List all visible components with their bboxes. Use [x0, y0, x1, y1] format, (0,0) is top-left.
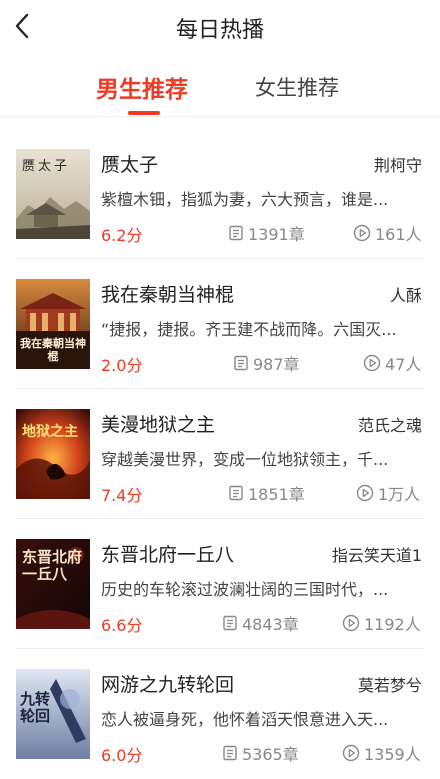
reader-count: 1万人	[356, 481, 420, 505]
book-cover[interactable]: 赝太子	[16, 149, 90, 239]
book-list-item[interactable]: 赝太子 赝太子 荆柯守 紫檀木钿，指狐为妻，六大预言，谁是... 6.2分 13…	[0, 129, 440, 259]
chapter-count-text: 1391章	[248, 225, 305, 244]
document-icon	[223, 615, 237, 631]
cover-title: 赝太子	[22, 159, 71, 174]
header-bar: 每日热播	[0, 0, 440, 52]
cover-title: 地狱之主	[22, 424, 78, 440]
play-circle-icon	[342, 614, 360, 632]
chapter-count-text: 5365章	[242, 745, 299, 764]
document-icon	[229, 225, 243, 241]
reader-count: 1359人	[342, 741, 421, 765]
book-description: 历史的车轮滚过波澜壮阔的三国时代，...	[101, 580, 389, 599]
reader-count-text: 1359人	[364, 745, 421, 764]
reader-count: 47人	[363, 351, 421, 375]
book-author: 范氏之魂	[357, 416, 422, 435]
chapter-count: 1391章	[228, 221, 305, 245]
book-score: 6.2分	[101, 226, 143, 245]
active-tab-indicator	[128, 111, 160, 115]
chapter-count-text: 4843章	[242, 615, 299, 634]
document-icon	[234, 355, 248, 371]
book-cover[interactable]: 东晋北府一丘八	[16, 539, 90, 629]
book-list-item[interactable]: 东晋北府一丘八 东晋北府一丘八 指云笑天道1 历史的车轮滚过波澜壮阔的三国时代，…	[0, 519, 440, 649]
book-title[interactable]: 赝太子	[101, 150, 158, 177]
book-score: 7.4分	[101, 486, 143, 505]
book-author: 莫若梦兮	[357, 676, 422, 695]
chapter-count: 1851章	[228, 481, 305, 505]
tab-male-recommend[interactable]: 男生推荐	[96, 70, 188, 104]
page-title: 每日热播	[175, 18, 264, 43]
cover-title: 东晋北府一丘八	[22, 548, 83, 583]
reader-count: 1192人	[342, 611, 421, 635]
cover-title: 九转轮回	[20, 690, 51, 725]
book-list-item[interactable]: 地狱之主 美漫地狱之主 范氏之魂 穿越美漫世界，变成一位地狱领主，千... 7.…	[0, 389, 440, 519]
tab-bar: 男生推荐 女生推荐	[0, 62, 440, 116]
book-title[interactable]: 东晋北府一丘八	[101, 540, 234, 567]
chapter-count-text: 987章	[253, 355, 300, 374]
book-score: 6.6分	[101, 616, 143, 635]
book-list-item[interactable]: 九转轮回 网游之九转轮回 莫若梦兮 恋人被逼身死，他怀着滔天恨意进入天... 6…	[0, 649, 440, 779]
reader-count-text: 47人	[385, 355, 422, 374]
play-circle-icon	[363, 354, 381, 372]
book-cover[interactable]: 九转轮回	[16, 669, 90, 759]
book-title[interactable]: 美漫地狱之主	[101, 410, 215, 437]
book-description: “捷报，捷报。齐王建不战而降。六国灭...	[101, 320, 397, 339]
reader-count-text: 1192人	[364, 615, 421, 634]
book-score: 6.0分	[101, 746, 143, 765]
chapter-count: 4843章	[222, 611, 299, 635]
book-list-item[interactable]: 我在秦朝当神棍 我在秦朝当神棍 人酥 “捷报，捷报。齐王建不战而降。六国灭...…	[0, 259, 440, 389]
chapter-count: 5365章	[222, 741, 299, 765]
play-circle-icon	[356, 484, 374, 502]
book-cover[interactable]: 地狱之主	[16, 409, 90, 499]
book-title[interactable]: 我在秦朝当神棍	[101, 280, 234, 307]
document-icon	[223, 745, 237, 761]
book-description: 紫檀木钿，指狐为妻，六大预言，谁是...	[101, 190, 389, 209]
book-author: 人酥	[389, 286, 422, 305]
book-author: 荆柯守	[373, 156, 422, 175]
book-description: 穿越美漫世界，变成一位地狱领主，千...	[101, 450, 389, 469]
book-score: 2.0分	[101, 356, 143, 375]
book-description: 恋人被逼身死，他怀着滔天恨意进入天...	[101, 710, 389, 729]
document-icon	[229, 485, 243, 501]
play-circle-icon	[342, 744, 360, 762]
cover-title: 我在秦朝当神棍	[20, 337, 86, 363]
divider	[0, 116, 440, 117]
chapter-count: 987章	[233, 351, 300, 375]
book-title[interactable]: 网游之九转轮回	[101, 670, 234, 697]
reader-count-text: 161人	[375, 225, 422, 244]
book-author: 指云笑天道1	[331, 546, 422, 565]
chapter-count-text: 1851章	[248, 485, 305, 504]
play-circle-icon	[353, 224, 371, 242]
reader-count: 161人	[353, 221, 422, 245]
book-cover[interactable]: 我在秦朝当神棍	[16, 279, 90, 369]
reader-count-text: 1万人	[378, 485, 421, 504]
tab-female-recommend[interactable]: 女生推荐	[255, 72, 339, 102]
